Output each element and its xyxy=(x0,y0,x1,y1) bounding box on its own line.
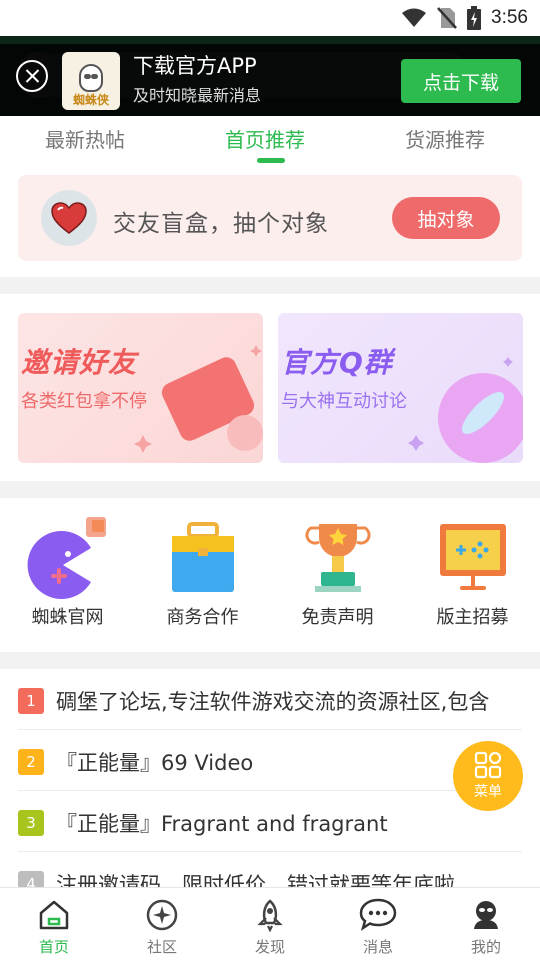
promo-title: 邀请好友 xyxy=(21,346,138,379)
no-sim-icon xyxy=(437,7,457,29)
nav-community[interactable]: 社区 xyxy=(108,888,216,960)
rank-badge: 2 xyxy=(18,749,44,775)
nav-label: 社区 xyxy=(146,938,177,956)
nav-messages[interactable]: 消息 xyxy=(324,888,432,960)
promo-invite-friends[interactable]: 邀请好友 各类红包拿不停 xyxy=(18,313,263,463)
menu-fab-button[interactable]: 菜单 xyxy=(453,741,523,811)
status-bar: 3:56 xyxy=(0,0,540,36)
rank-badge: 1 xyxy=(18,688,44,714)
quick-link-label: 商务合作 xyxy=(166,607,239,628)
nav-label: 我的 xyxy=(470,938,501,956)
tab-indicator xyxy=(257,158,285,163)
list-item[interactable]: 2 『正能量』69 Video xyxy=(18,730,522,791)
quick-link-moderator-recruit[interactable]: 版主招募 xyxy=(405,510,540,630)
chat-bubble-icon xyxy=(359,898,397,931)
download-app-banner: 蜘蛛侠 下载官方APP 及时知晓最新消息 点击下载 xyxy=(0,44,540,116)
banner-subtitle: 及时知晓最新消息 xyxy=(133,86,262,105)
promo-official-qq-group[interactable]: 官方Q群 与大神互动讨论 xyxy=(278,313,523,463)
nav-profile[interactable]: 我的 xyxy=(432,888,540,960)
monitor-game-icon xyxy=(439,524,506,590)
list-item[interactable]: 1 碉堡了论坛,专注软件游戏交流的资源社区,包含 xyxy=(18,669,522,730)
blind-box-text: 交友盲盒，抽个对象 xyxy=(113,211,329,237)
clock: 3:56 xyxy=(491,7,528,28)
divider xyxy=(0,277,540,294)
tab-home-recommend[interactable]: 首页推荐 xyxy=(225,124,305,153)
nav-label: 发现 xyxy=(254,938,285,956)
spider-avatar-icon xyxy=(474,901,498,929)
briefcase-icon xyxy=(171,522,234,592)
bottom-nav: 首页 社区 发现 消息 我的 xyxy=(0,887,540,960)
notice-text: 『正能量』69 Video xyxy=(56,751,254,775)
menu-label: 菜单 xyxy=(474,784,502,800)
tab-latest-hot[interactable]: 最新热帖 xyxy=(45,124,125,153)
heart-icon xyxy=(41,190,97,246)
tab-supply-recommend[interactable]: 货源推荐 xyxy=(405,124,485,153)
tab-bar: 最新热帖 首页推荐 货源推荐 xyxy=(0,116,540,166)
wifi-icon xyxy=(402,8,427,27)
grid-menu-icon xyxy=(474,751,502,779)
quick-link-label: 免责声明 xyxy=(301,607,374,628)
trophy-icon xyxy=(304,524,371,592)
nav-label: 消息 xyxy=(362,938,393,956)
promo-title: 官方Q群 xyxy=(281,346,393,379)
download-button[interactable]: 点击下载 xyxy=(401,59,521,103)
rocket-icon xyxy=(257,899,283,932)
quick-link-official-site[interactable]: 蜘蛛官网 xyxy=(0,510,135,630)
nav-home[interactable]: 首页 xyxy=(0,888,108,960)
quick-link-label: 版主招募 xyxy=(436,607,509,628)
app-logo-brand: 蜘蛛侠 xyxy=(72,93,109,107)
sparkle-icon xyxy=(146,899,178,931)
spider-mask-icon xyxy=(79,64,103,92)
notice-text: 碉堡了论坛,专注软件游戏交流的资源社区,包含 xyxy=(56,690,490,714)
rank-badge: 3 xyxy=(18,810,44,836)
close-icon[interactable] xyxy=(16,60,48,92)
nav-label: 首页 xyxy=(38,938,69,956)
divider xyxy=(0,481,540,498)
divider xyxy=(0,652,540,669)
quick-link-label: 蜘蛛官网 xyxy=(31,607,104,628)
pacman-game-icon xyxy=(27,517,106,599)
draw-partner-button[interactable]: 抽对象 xyxy=(392,197,500,239)
list-item[interactable]: 3 『正能量』Fragrant and fragrant xyxy=(18,791,522,852)
promo-subtitle: 与大神互动讨论 xyxy=(281,391,407,412)
banner-title: 下载官方APP xyxy=(133,54,257,78)
blind-box-card[interactable]: 交友盲盒，抽个对象 抽对象 xyxy=(18,175,522,261)
quick-link-disclaimer[interactable]: 免责声明 xyxy=(270,510,405,630)
battery-charging-icon xyxy=(467,6,482,30)
home-icon xyxy=(39,900,69,930)
promo-subtitle: 各类红包拿不停 xyxy=(21,391,147,412)
app-logo: 蜘蛛侠 xyxy=(62,52,120,110)
quick-link-business[interactable]: 商务合作 xyxy=(135,510,270,630)
nav-discover[interactable]: 发现 xyxy=(216,888,324,960)
notice-text: 『正能量』Fragrant and fragrant xyxy=(56,812,388,836)
